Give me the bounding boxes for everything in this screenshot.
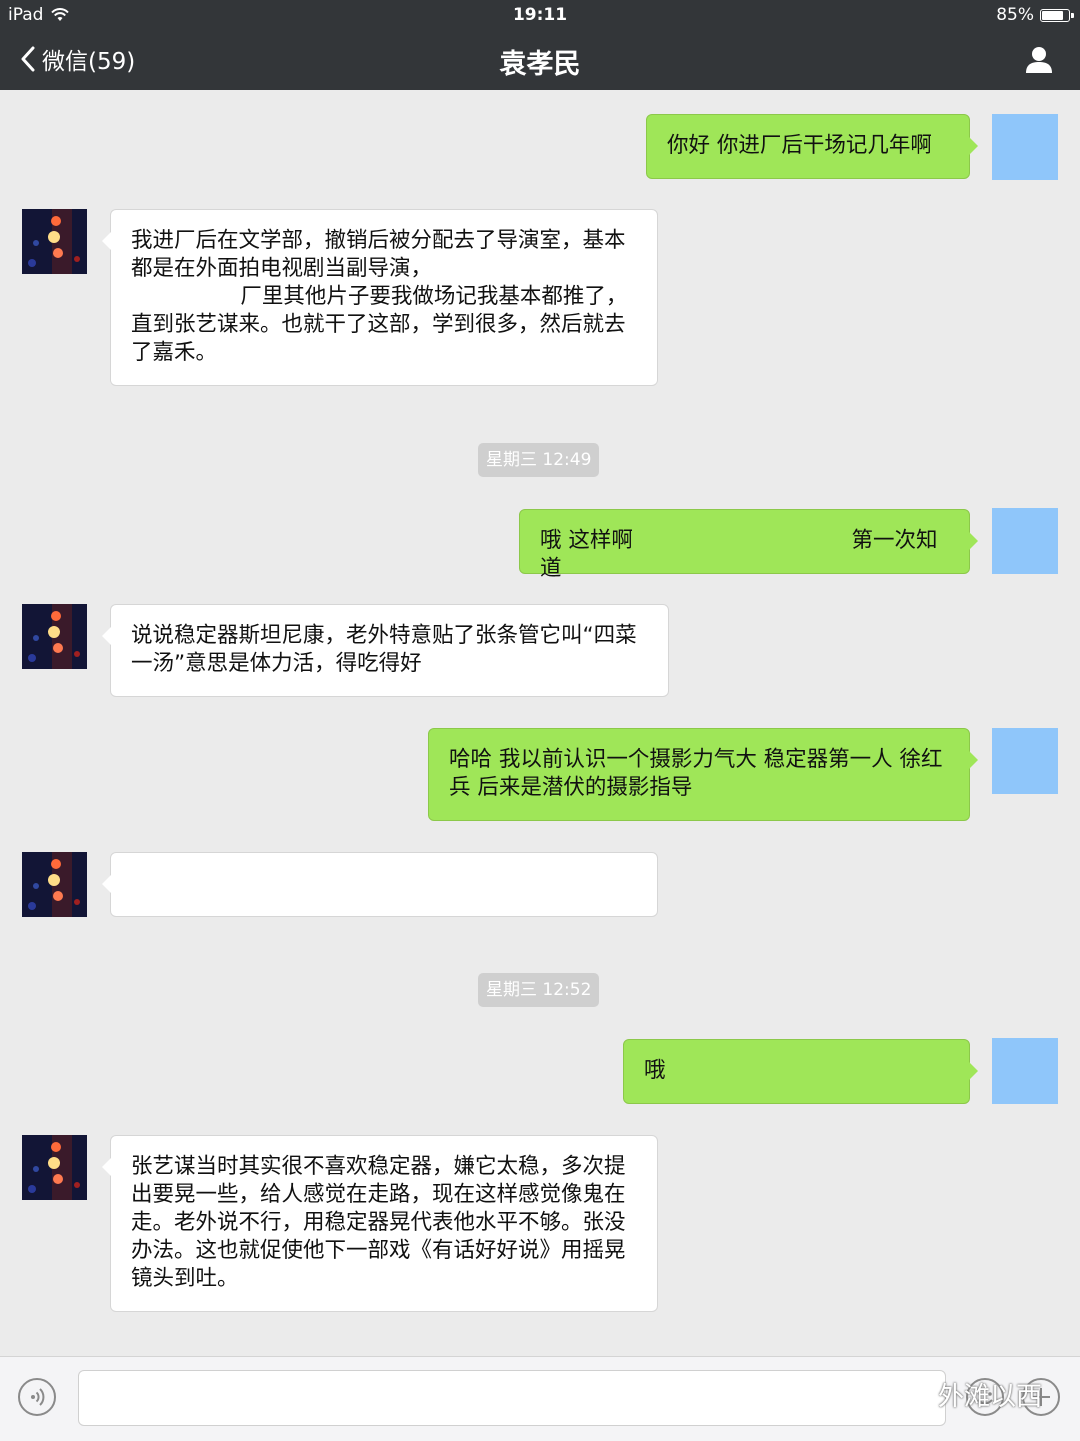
chevron-left-icon	[21, 46, 35, 72]
avatar-me[interactable]	[992, 114, 1058, 180]
nav-bar: 微信(59) 袁孝民	[0, 30, 1080, 90]
avatar-me[interactable]	[992, 728, 1058, 794]
back-label: 微信(59)	[42, 49, 136, 75]
battery-icon	[1040, 8, 1074, 22]
avatar-me[interactable]	[992, 508, 1058, 574]
chat-title: 袁孝民	[499, 49, 581, 80]
message-bubble-mine[interactable]: 哦 这样啊 第一次知道	[519, 509, 978, 581]
avatar-me[interactable]	[992, 1038, 1058, 1104]
status-right: 85%	[996, 5, 1074, 25]
voice-icon	[31, 1388, 45, 1406]
status-time: 19:11	[512, 5, 568, 25]
message-bubble-theirs[interactable]: 我进厂后在文学部，撤销后被分配去了导演室，基本都是在外面拍电视剧当副导演， 厂里…	[102, 209, 658, 386]
message-bubble-theirs[interactable]	[102, 852, 658, 917]
wechat-logo-icon	[890, 1379, 930, 1409]
avatar-contact[interactable]	[22, 209, 87, 274]
avatar-contact[interactable]	[22, 1135, 87, 1200]
contact-photo	[22, 209, 87, 274]
battery-percent: 85%	[996, 5, 1034, 25]
back-button[interactable]: 微信(59)	[20, 42, 135, 76]
watermark: 外滩以西	[890, 1376, 1042, 1413]
contact-photo	[22, 604, 87, 669]
message-bubble-mine[interactable]: 你好 你进厂后干场记几年啊	[646, 114, 978, 179]
message-bubble-mine[interactable]: 哈哈 我以前认识一个摄影力气大 稳定器第一人 徐红兵 后来是潜伏的摄影指导	[428, 728, 978, 821]
battery-level	[1042, 10, 1063, 20]
avatar-contact[interactable]	[22, 852, 87, 917]
status-bar: iPad 19:11 85%	[0, 0, 1080, 30]
contact-photo	[22, 1135, 87, 1200]
voice-button[interactable]	[18, 1378, 56, 1416]
message-input[interactable]	[78, 1370, 946, 1426]
message-bubble-mine[interactable]: 哦	[623, 1039, 978, 1104]
message-bubble-theirs[interactable]: 说说稳定器斯坦尼康，老外特意贴了张条管它叫“四菜一汤”意思是体力活，得吃得好	[102, 604, 669, 697]
watermark-text: 外滩以西	[938, 1382, 1043, 1412]
message-bubble-theirs[interactable]: 张艺谋当时其实很不喜欢稳定器，嫌它太稳，多次提出要晃一些，给人感觉在走路，现在这…	[102, 1135, 658, 1312]
avatar-contact[interactable]	[22, 604, 87, 669]
timestamp: 星期三 12:52	[478, 973, 600, 1007]
contact-photo	[22, 852, 87, 917]
profile-icon[interactable]	[1024, 45, 1054, 75]
timestamp: 星期三 12:49	[478, 443, 600, 477]
